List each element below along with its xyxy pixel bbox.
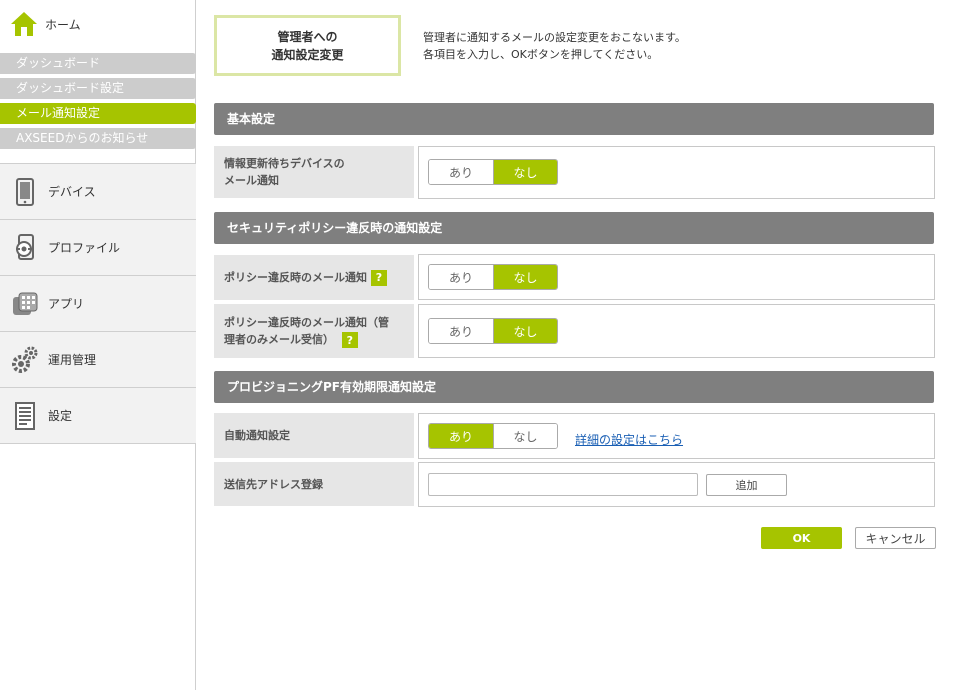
intro-line2: 各項目を入力し、OKボタンを押してください。: [423, 48, 659, 61]
row-label-recipient-address: 送信先アドレス登録: [214, 462, 414, 506]
section-header-provisioning: プロビジョニングPF有効期限通知設定: [214, 371, 934, 403]
toggle-option-yes[interactable]: あり: [429, 319, 493, 343]
home-icon: [11, 12, 37, 36]
toggle-auto-notify: あり なし: [428, 423, 558, 449]
nav-item-device[interactable]: デバイス: [0, 164, 196, 220]
main-nav: デバイス プロファイル アプリ 運用管理 設定: [0, 163, 196, 444]
row-label-line2: 理者のみメール受信）: [224, 333, 334, 346]
row-label-line1: ポリシー違反時のメール通知（管: [224, 316, 389, 329]
nav-item-operations[interactable]: 運用管理: [0, 332, 196, 388]
row-label-pending-device-mail: 情報更新待ちデバイスの メール通知: [214, 146, 414, 198]
sidebar: ホーム ダッシュボード ダッシュボード設定 メール通知設定 AXSEEDからのお…: [0, 0, 196, 690]
toggle-option-yes[interactable]: あり: [429, 160, 493, 184]
toggle-option-no[interactable]: なし: [493, 319, 557, 343]
toggle-option-no[interactable]: なし: [493, 160, 557, 184]
row-value-policy-violation-mail: あり なし: [418, 254, 935, 300]
cancel-button[interactable]: キャンセル: [855, 527, 936, 549]
toggle-option-yes[interactable]: あり: [429, 424, 493, 448]
nav-item-settings[interactable]: 設定: [0, 388, 196, 444]
row-label-line1: 情報更新待ちデバイスの: [224, 157, 345, 170]
detail-settings-link[interactable]: 詳細の設定はこちら: [575, 431, 683, 448]
row-label-policy-violation-admin-only: ポリシー違反時のメール通知（管 理者のみメール受信） ?: [214, 304, 414, 358]
recipient-address-input[interactable]: [428, 473, 698, 496]
toggle-policy-violation-admin-only: あり なし: [428, 318, 558, 344]
submenu-item-axseed-news[interactable]: AXSEEDからのお知らせ: [0, 128, 196, 149]
add-address-button[interactable]: 追加: [706, 474, 787, 496]
toggle-option-no[interactable]: なし: [493, 265, 557, 289]
settings-document-icon: [12, 401, 38, 431]
intro-line1: 管理者に通知するメールの設定変更をおこないます。: [423, 31, 686, 44]
toggle-policy-violation-mail: あり なし: [428, 264, 558, 290]
submenu: ダッシュボード ダッシュボード設定 メール通知設定 AXSEEDからのお知らせ: [0, 53, 196, 153]
section-header-basic: 基本設定: [214, 103, 934, 135]
row-label-text: 送信先アドレス登録: [224, 477, 323, 491]
nav-item-profile[interactable]: プロファイル: [0, 220, 196, 276]
page-title-line2: 通知設定変更: [271, 47, 344, 62]
row-label-auto-notify: 自動通知設定: [214, 413, 414, 458]
row-label-line2: メール通知: [224, 174, 279, 187]
row-label-text: 自動通知設定: [224, 429, 290, 442]
gear-icon: [12, 345, 38, 375]
toggle-option-no[interactable]: なし: [493, 424, 557, 448]
help-icon[interactable]: ?: [371, 269, 387, 286]
submenu-item-dashboard-settings[interactable]: ダッシュボード設定: [0, 78, 196, 99]
row-label-text: ポリシー違反時のメール通知: [224, 271, 367, 284]
apps-icon: [12, 289, 38, 319]
ok-button[interactable]: OK: [761, 527, 842, 549]
help-icon[interactable]: ?: [341, 332, 358, 348]
nav-label: 運用管理: [48, 353, 97, 367]
row-value-pending-device-mail: あり なし: [418, 146, 935, 199]
home-link[interactable]: ホーム: [10, 10, 81, 38]
nav-label: アプリ: [48, 297, 85, 311]
nav-label: デバイス: [48, 185, 96, 199]
page-intro: 管理者に通知するメールの設定変更をおこないます。 各項目を入力し、OKボタンを押…: [423, 29, 686, 63]
submenu-item-dashboard[interactable]: ダッシュボード: [0, 53, 196, 74]
row-value-policy-violation-admin-only: あり なし: [418, 304, 935, 358]
page-title-line1: 管理者への: [277, 29, 338, 44]
profile-icon: [12, 233, 38, 263]
device-icon: [12, 177, 38, 207]
toggle-pending-device-mail: あり なし: [428, 159, 558, 185]
submenu-item-mail-notification[interactable]: メール通知設定: [0, 103, 196, 124]
nav-label: プロファイル: [48, 241, 121, 255]
page-title: 管理者への 通知設定変更: [214, 15, 401, 76]
row-label-policy-violation-mail: ポリシー違反時のメール通知 ?: [214, 255, 414, 300]
section-header-security: セキュリティポリシー違反時の通知設定: [214, 212, 934, 244]
toggle-option-yes[interactable]: あり: [429, 265, 493, 289]
nav-label: 設定: [48, 409, 73, 423]
nav-item-apps[interactable]: アプリ: [0, 276, 196, 332]
home-label: ホーム: [45, 17, 81, 32]
